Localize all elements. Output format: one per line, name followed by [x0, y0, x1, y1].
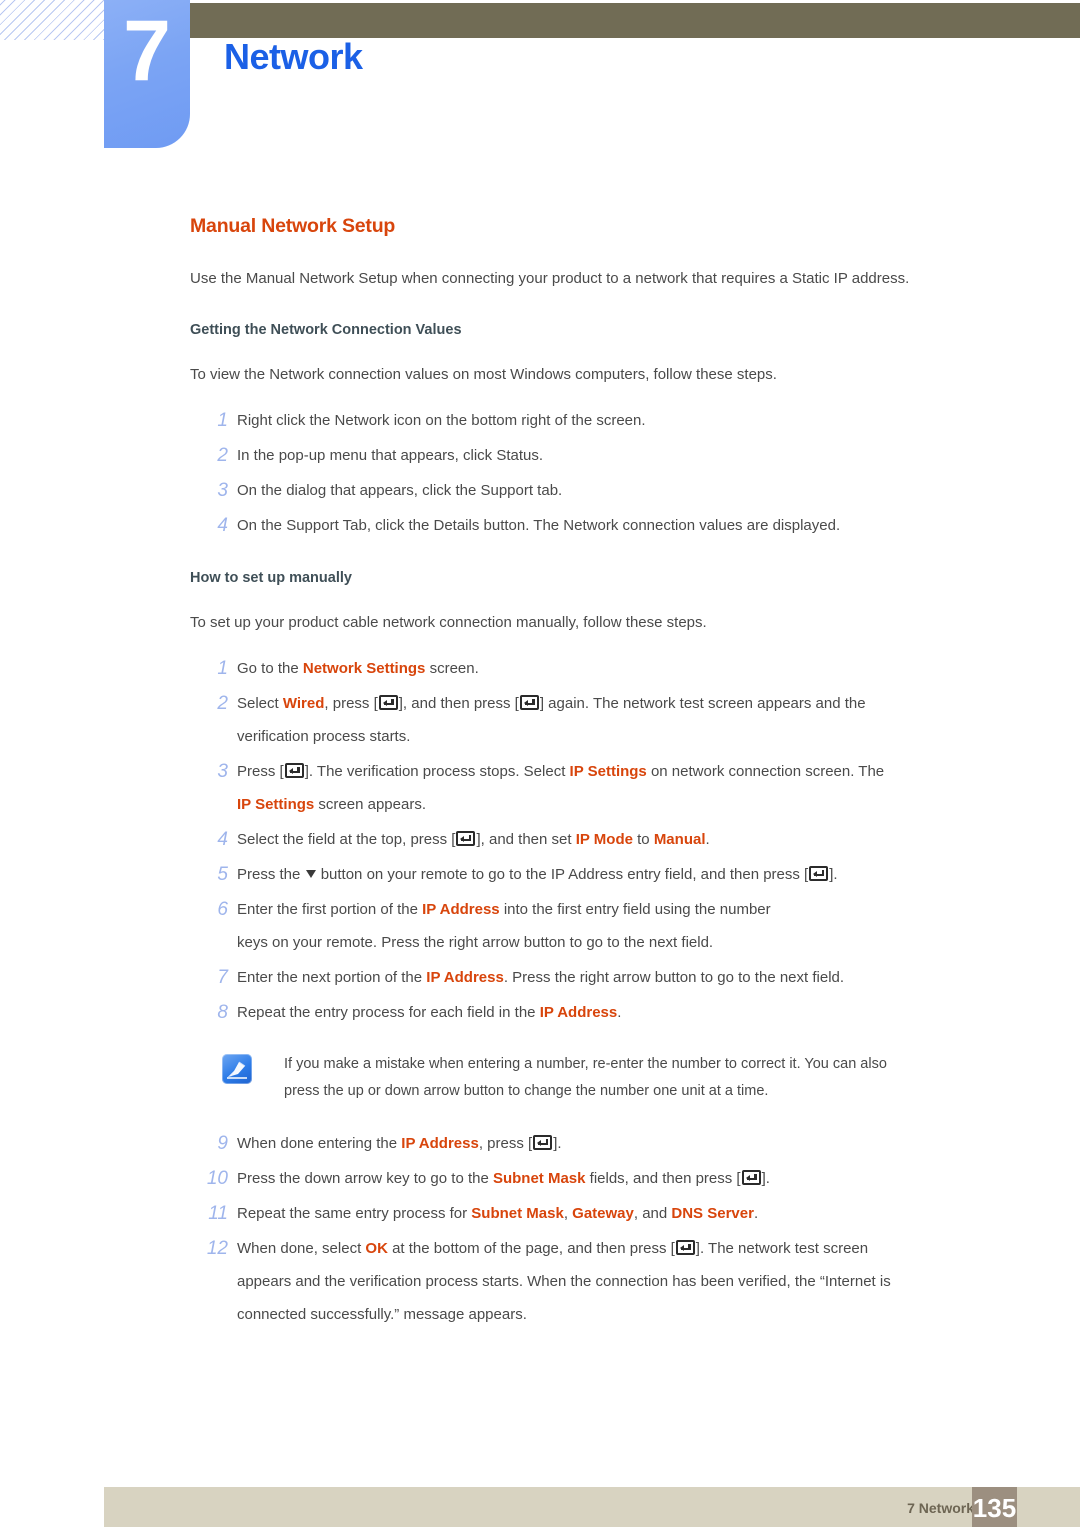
step-text: Select the field at the top, press [], a…	[237, 831, 710, 848]
step-number: 5	[217, 864, 228, 885]
page-content: Manual Network Setup Use the Manual Netw…	[190, 215, 1002, 1333]
list-item: 8 Repeat the entry process for each field…	[190, 996, 1002, 1029]
enter-key-icon	[284, 763, 304, 778]
step-number: 3	[217, 761, 228, 782]
ui-keyword: IP Mode	[575, 831, 633, 848]
ui-keyword: Gateway	[572, 1205, 634, 1222]
decorative-hatch-pattern	[0, 0, 112, 40]
enter-key-icon	[456, 831, 476, 846]
intro-paragraph: Use the Manual Network Setup when connec…	[190, 270, 910, 287]
step-text-continuation: IP Settings screen appears.	[237, 796, 426, 813]
enter-key-icon	[533, 1135, 553, 1150]
step-text: When done entering the IP Address, press…	[237, 1135, 562, 1152]
step-number: 1	[217, 410, 228, 431]
ui-keyword: IP Address	[426, 969, 504, 986]
step-number: 2	[217, 693, 228, 714]
ui-keyword: IP Settings	[237, 796, 315, 813]
step-number: 4	[217, 829, 228, 850]
step-text: In the pop-up menu that appears, click S…	[237, 447, 544, 464]
step-number: 6	[217, 899, 228, 920]
step-text-continuation: connected successfully.” message appears…	[237, 1306, 527, 1323]
list-item: 12 When done, select OK at the bottom of …	[190, 1232, 1002, 1331]
chapter-number-badge: 7	[104, 0, 190, 148]
step-text: Repeat the entry process for each field …	[237, 1004, 622, 1021]
footer-chapter-label: 7 Network	[907, 1500, 974, 1516]
steps-list-manual-setup: 1 Go to the Network Settings screen. 2 Sele…	[190, 652, 1002, 1331]
chapter-title: Network	[224, 36, 363, 77]
enter-key-icon	[675, 1240, 695, 1255]
note-callout: If you make a mistake when entering a nu…	[190, 1051, 1002, 1107]
step-text-continuation: appears and the verification process sta…	[237, 1273, 891, 1290]
step-number: 8	[217, 1002, 228, 1023]
step-text: Press []. The verification process stops…	[237, 763, 885, 780]
step-text: On the dialog that appears, click the Su…	[237, 482, 563, 499]
ui-keyword: IP Address	[539, 1004, 618, 1021]
step-number: 12	[206, 1238, 228, 1259]
ui-keyword: Subnet Mask	[492, 1170, 586, 1187]
ui-keyword: Wired	[282, 695, 325, 712]
step-number: 10	[206, 1168, 228, 1189]
enter-key-icon	[809, 866, 829, 881]
step-text: Enter the next portion of the IP Address…	[237, 969, 845, 986]
arrow-down-icon	[305, 870, 316, 878]
step-text: Right click the Network icon on the bott…	[237, 412, 646, 429]
step-text: On the Support Tab, click the Details bu…	[237, 517, 841, 534]
ui-keyword: OK	[365, 1240, 388, 1257]
list-item: 2 Select Wired, press [], and then press …	[190, 687, 1002, 753]
page-number: 135	[972, 1487, 1017, 1527]
list-item: 2 In the pop-up menu that appears, click…	[190, 439, 1002, 472]
step-text: Enter the first portion of the IP Addres…	[237, 901, 771, 918]
header-olive-bar	[176, 3, 1080, 38]
list-item: 6 Enter the first portion of the IP Addre…	[190, 893, 1002, 959]
step-text: Press the button on your remote to go to…	[237, 866, 838, 883]
list-item: 4 Select the field at the top, press [], …	[190, 823, 1002, 856]
page-title: Manual Network Setup	[190, 215, 396, 237]
list-item: 1 Go to the Network Settings screen.	[190, 652, 1002, 685]
note-line: If you make a mistake when entering a nu…	[284, 1056, 887, 1072]
ui-keyword: IP Address	[401, 1135, 479, 1152]
list-item: 4 On the Support Tab, click the Details …	[190, 509, 1002, 542]
list-item: 11 Repeat the same entry process for Subn…	[190, 1197, 1002, 1230]
list-item: 10 Press the down arrow key to go to the …	[190, 1162, 1002, 1195]
note-pencil-icon	[222, 1054, 252, 1084]
step-number: 1	[217, 658, 228, 679]
note-line: press the up or down arrow button to cha…	[284, 1083, 769, 1099]
list-item: 3 On the dialog that appears, click the …	[190, 474, 1002, 507]
enter-key-icon	[741, 1170, 761, 1185]
ui-keyword: IP Address	[422, 901, 500, 918]
step-number: 7	[217, 967, 228, 988]
step-number: 4	[217, 515, 228, 536]
list-item: 9 When done entering the IP Address, pres…	[190, 1127, 1002, 1160]
section1-intro: To view the Network connection values on…	[190, 366, 777, 383]
section-heading-set-up-manually: How to set up manually	[190, 570, 352, 586]
step-number: 2	[217, 445, 228, 466]
enter-key-icon	[519, 695, 539, 710]
step-text-continuation: verification process starts.	[237, 728, 411, 745]
ui-keyword: Subnet Mask	[471, 1205, 564, 1222]
list-item: 5 Press the button on your remote to go t…	[190, 858, 1002, 891]
section2-intro: To set up your product cable network con…	[190, 614, 707, 631]
step-text: Press the down arrow key to go to the Su…	[237, 1170, 770, 1187]
list-item: 7 Enter the next portion of the IP Addres…	[190, 961, 1002, 994]
ui-keyword: Manual	[653, 831, 706, 848]
step-text: When done, select OK at the bottom of th…	[237, 1240, 869, 1257]
enter-key-icon	[378, 695, 398, 710]
list-item: 3 Press []. The verification process stop…	[190, 755, 1002, 821]
step-text: Repeat the same entry process for Subnet…	[237, 1205, 759, 1222]
note-text: If you make a mistake when entering a nu…	[284, 1051, 1002, 1105]
ui-keyword: IP Settings	[569, 763, 647, 780]
section-heading-getting-values: Getting the Network Connection Values	[190, 322, 462, 338]
step-number: 3	[217, 480, 228, 501]
step-number: 11	[208, 1203, 228, 1224]
step-text: Go to the Network Settings screen.	[237, 660, 479, 677]
ui-keyword: Network Settings	[302, 660, 426, 677]
list-item: 1 Right click the Network icon on the bo…	[190, 404, 1002, 437]
steps-list-getting-values: 1 Right click the Network icon on the bo…	[190, 404, 1002, 542]
step-number: 9	[217, 1133, 228, 1154]
step-text-continuation: keys on your remote. Press the right arr…	[237, 934, 714, 951]
ui-keyword: DNS Server	[671, 1205, 754, 1222]
step-text: Select Wired, press [], and then press […	[237, 695, 866, 712]
